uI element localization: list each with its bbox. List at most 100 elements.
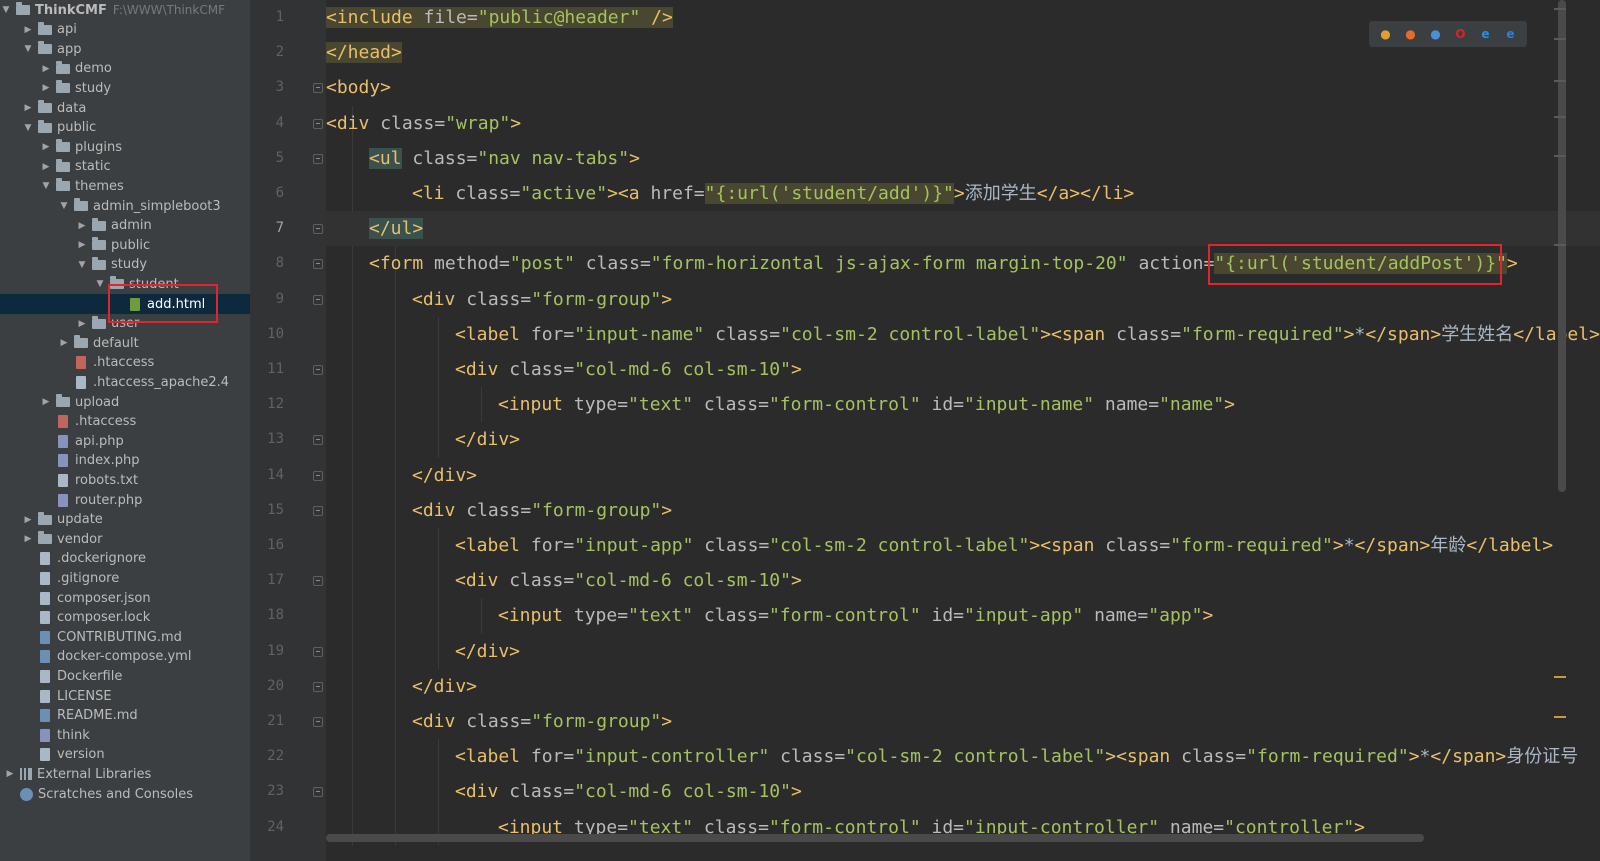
tree-item[interactable]: ▶ update bbox=[0, 510, 250, 530]
code-line[interactable]: <input type="text" class="form-control" … bbox=[326, 387, 1235, 422]
code-editor[interactable]: <include file="public@header" /> </head> <… bbox=[326, 0, 1600, 861]
tree-item[interactable]: ▶LICENSE bbox=[0, 686, 250, 706]
fold-icon[interactable] bbox=[313, 224, 323, 235]
tree-item[interactable]: ▶ data bbox=[0, 98, 250, 118]
fold-icon[interactable] bbox=[313, 83, 323, 94]
code-line[interactable]: <include file="public@header" /> bbox=[326, 0, 673, 35]
chevron-right-icon[interactable]: ▶ bbox=[40, 162, 52, 172]
tree-item[interactable]: ▶ demo bbox=[0, 59, 250, 79]
code-line[interactable]: <input type="text" class="form-control" … bbox=[326, 598, 1213, 633]
code-line[interactable]: <div class="form-group"> bbox=[326, 493, 672, 528]
fold-icon[interactable] bbox=[313, 365, 323, 375]
code-line[interactable]: </div> bbox=[326, 422, 520, 457]
tree-item[interactable]: ▶ public bbox=[0, 235, 250, 255]
tree-item[interactable]: ▶composer.lock bbox=[0, 608, 250, 628]
tree-item[interactable]: ▶Scratches and Consoles bbox=[0, 784, 250, 804]
code-line[interactable]: <body> bbox=[326, 70, 391, 105]
chevron-right-icon[interactable]: ▶ bbox=[40, 83, 52, 93]
fold-icon[interactable] bbox=[313, 294, 323, 305]
tree-item[interactable]: ▶ plugins bbox=[0, 137, 250, 157]
project-tree[interactable]: ▼ ThinkCMF F:\WWW\ThinkCMF ▶ api ▼ app ▶ demo… bbox=[0, 0, 250, 861]
opera-icon[interactable]: O bbox=[1453, 27, 1468, 42]
chevron-down-icon[interactable]: ▼ bbox=[22, 44, 34, 54]
tree-item[interactable]: ▶api.php bbox=[0, 431, 250, 451]
chevron-down-icon[interactable]: ▼ bbox=[58, 201, 70, 211]
tree-item[interactable]: ▼ admin_simpleboot3 bbox=[0, 196, 250, 216]
fold-icon[interactable] bbox=[313, 153, 323, 164]
code-line[interactable]: </ul> bbox=[326, 211, 1600, 247]
horizontal-scrollbar[interactable] bbox=[326, 834, 1424, 842]
chevron-down-icon[interactable]: ▼ bbox=[94, 279, 106, 289]
tree-item[interactable]: ▶CONTRIBUTING.md bbox=[0, 627, 250, 647]
code-line[interactable]: <div class="col-md-6 col-sm-10"> bbox=[326, 563, 802, 598]
tree-item[interactable]: ▶docker-compose.yml bbox=[0, 647, 250, 667]
fold-icon[interactable] bbox=[313, 259, 323, 270]
code-line[interactable]: <li class="active"><a href="{:url('stude… bbox=[326, 176, 1134, 211]
code-line[interactable]: <div class="col-md-6 col-sm-10"> bbox=[326, 352, 802, 387]
tree-item[interactable]: ▶ study bbox=[0, 78, 250, 98]
chevron-right-icon[interactable]: ▶ bbox=[40, 397, 52, 407]
tree-item[interactable]: ▼ app bbox=[0, 39, 250, 59]
vertical-scrollbar[interactable] bbox=[1558, 0, 1566, 492]
code-line[interactable]: </div> bbox=[326, 634, 520, 669]
code-line[interactable]: <div class="col-md-6 col-sm-10"> bbox=[326, 774, 802, 809]
fold-icon[interactable] bbox=[313, 646, 323, 657]
chevron-right-icon[interactable]: ▶ bbox=[22, 103, 34, 113]
chevron-down-icon[interactable]: ▼ bbox=[40, 181, 52, 191]
fold-icon[interactable] bbox=[313, 470, 323, 481]
chevron-right-icon[interactable]: ▶ bbox=[40, 64, 52, 74]
fold-icon[interactable] bbox=[313, 681, 323, 692]
tree-item[interactable]: ▶router.php bbox=[0, 490, 250, 510]
chevron-right-icon[interactable]: ▶ bbox=[40, 142, 52, 152]
tree-item[interactable]: ▶ default bbox=[0, 333, 250, 353]
fold-icon[interactable] bbox=[313, 118, 323, 129]
code-line[interactable]: <div class="wrap"> bbox=[326, 106, 521, 141]
code-line[interactable]: <label for="input-app" class="col-sm-2 c… bbox=[326, 528, 1553, 563]
code-line[interactable]: <label for="input-controller" class="col… bbox=[326, 739, 1578, 774]
chevron-right-icon[interactable]: ▶ bbox=[76, 221, 88, 231]
chevron-right-icon[interactable]: ▶ bbox=[76, 240, 88, 250]
fold-icon[interactable] bbox=[313, 787, 323, 798]
fold-icon[interactable] bbox=[313, 576, 323, 587]
chevron-right-icon[interactable]: ▶ bbox=[76, 319, 88, 329]
tree-root[interactable]: ▼ ThinkCMF F:\WWW\ThinkCMF bbox=[0, 0, 250, 20]
code-line[interactable]: <label for="input-name" class="col-sm-2 … bbox=[326, 317, 1600, 352]
tree-item[interactable]: ▶ admin bbox=[0, 216, 250, 236]
code-line[interactable]: </head> bbox=[326, 35, 402, 70]
chevron-down-icon[interactable]: ▼ bbox=[0, 5, 12, 15]
chevron-right-icon[interactable]: ▶ bbox=[22, 25, 34, 35]
fold-icon[interactable] bbox=[313, 717, 323, 727]
tree-item[interactable]: ▶.gitignore bbox=[0, 568, 250, 588]
tree-item[interactable]: ▶.htaccess_apache2.4 bbox=[0, 372, 250, 392]
code-line[interactable]: <div class="form-group"> bbox=[326, 282, 672, 317]
chrome-icon[interactable]: ● bbox=[1378, 27, 1393, 42]
ie-icon[interactable]: e bbox=[1478, 27, 1493, 42]
code-line[interactable]: </div> bbox=[326, 669, 477, 704]
tree-item[interactable]: ▶think bbox=[0, 725, 250, 745]
tree-item[interactable]: ▼ public bbox=[0, 118, 250, 138]
tree-item[interactable]: ▶robots.txt bbox=[0, 470, 250, 490]
fold-icon[interactable] bbox=[313, 435, 323, 446]
code-line[interactable]: </div> bbox=[326, 458, 477, 493]
tree-item[interactable]: ▼ themes bbox=[0, 176, 250, 196]
chevron-right-icon[interactable]: ▶ bbox=[58, 338, 70, 348]
tree-item[interactable]: ▶ static bbox=[0, 157, 250, 177]
chevron-down-icon[interactable]: ▼ bbox=[22, 123, 34, 133]
tree-item[interactable]: ▶.htaccess bbox=[0, 412, 250, 432]
fold-icon[interactable] bbox=[313, 505, 323, 516]
chevron-right-icon[interactable]: ▶ bbox=[22, 515, 34, 525]
firefox-icon[interactable]: ● bbox=[1403, 27, 1418, 42]
safari-icon[interactable]: ● bbox=[1428, 27, 1443, 42]
tree-item[interactable]: ▶.dockerignore bbox=[0, 549, 250, 569]
tree-item[interactable]: ▶ External Libraries bbox=[0, 764, 250, 784]
chevron-down-icon[interactable]: ▼ bbox=[76, 260, 88, 270]
chevron-right-icon[interactable]: ▶ bbox=[4, 769, 16, 779]
tree-item[interactable]: ▶README.md bbox=[0, 706, 250, 726]
tree-item[interactable]: ▼ study bbox=[0, 255, 250, 275]
tree-item[interactable]: ▶ upload bbox=[0, 392, 250, 412]
code-line[interactable]: <ul class="nav nav-tabs"> bbox=[326, 141, 640, 176]
tree-item[interactable]: ▶composer.json bbox=[0, 588, 250, 608]
tree-item[interactable]: ▶.htaccess bbox=[0, 353, 250, 373]
edge-icon[interactable]: e bbox=[1503, 27, 1518, 42]
code-line[interactable]: <div class="form-group"> bbox=[326, 704, 672, 739]
